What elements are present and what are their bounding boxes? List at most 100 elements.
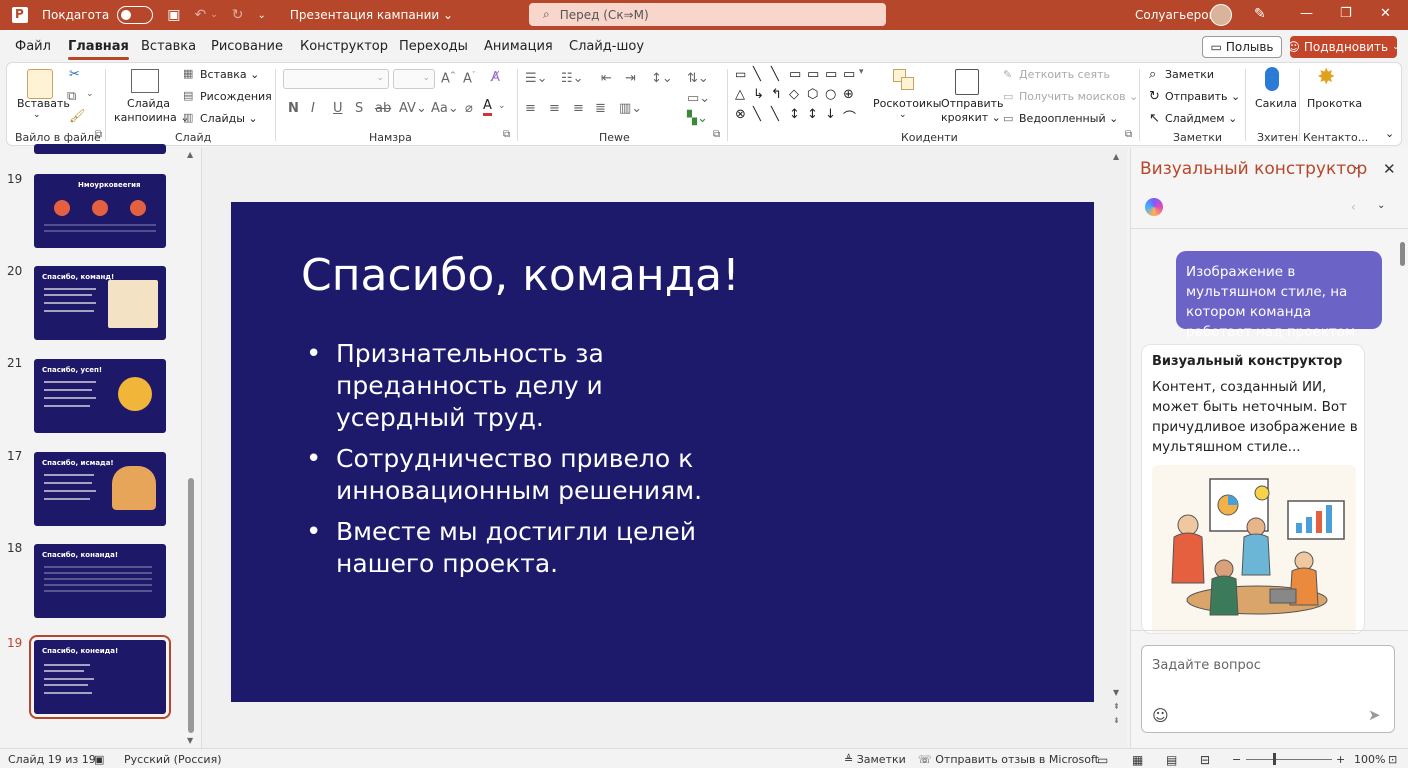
format-painter-icon[interactable]: 🖌: [69, 109, 86, 124]
slide-sorter-icon[interactable]: ▦: [1132, 753, 1143, 767]
notes-toggle[interactable]: ≜ Заметки: [844, 753, 906, 766]
tab-home[interactable]: Главная: [68, 39, 129, 60]
arrow-shape-icon[interactable]: ↕: [807, 107, 818, 122]
designer-label[interactable]: Прокотка: [1307, 97, 1362, 110]
slide-thumbnail[interactable]: Спасибо, исмада!: [34, 452, 166, 526]
align-center-icon[interactable]: ≡: [549, 101, 560, 116]
arrow-shape-icon[interactable]: ╲: [753, 107, 761, 122]
connect-button[interactable]: ☺ Подвдновить ⌄: [1287, 36, 1400, 58]
shape-outline-button[interactable]: Получить моисков ⌄: [1019, 90, 1138, 103]
oval-shape-icon[interactable]: ○: [825, 87, 836, 102]
tab-file[interactable]: Файл: [15, 39, 51, 54]
user-name[interactable]: Солуагьерок: [1135, 8, 1216, 22]
back-icon[interactable]: ‹: [1351, 200, 1356, 214]
send-icon[interactable]: ➤: [1368, 706, 1381, 724]
tab-insert[interactable]: Вставка: [141, 39, 196, 54]
hexagon-shape-icon[interactable]: ⬡: [807, 87, 818, 102]
rectangle-shape-icon[interactable]: ▭: [807, 67, 819, 82]
customize-toolbar-icon[interactable]: ⌄: [258, 10, 266, 21]
new-slide-icon[interactable]: [131, 69, 159, 93]
autosave-toggle[interactable]: [117, 6, 154, 24]
current-slide[interactable]: Спасибо, команда! Признательность за пре…: [231, 202, 1094, 702]
align-text-icon[interactable]: ▭⌄: [687, 91, 710, 106]
arrow-shape-icon[interactable]: ↕: [789, 107, 800, 122]
freeform-shape-icon[interactable]: ◇: [789, 87, 799, 102]
spacing-icon[interactable]: AV⌄: [399, 101, 427, 116]
font-family-select[interactable]: ⌄: [283, 69, 389, 89]
layout-button[interactable]: Вставка ⌄: [200, 68, 259, 81]
brace-shape-icon[interactable]: ⊗: [735, 107, 746, 122]
gallery-more-icon[interactable]: ▾: [859, 67, 864, 77]
font-launcher-icon[interactable]: ⧉: [503, 129, 510, 140]
italic-icon[interactable]: I: [311, 101, 315, 116]
slide-thumbnail[interactable]: [34, 144, 166, 154]
chevron-down-icon[interactable]: ⌄: [899, 110, 907, 120]
underline-icon[interactable]: U: [333, 101, 343, 116]
bullets-icon[interactable]: ☰⌄: [525, 71, 548, 86]
justify-icon[interactable]: ≣: [595, 101, 606, 116]
copy-dropdown-icon[interactable]: ⌄: [86, 89, 94, 99]
shadow-icon[interactable]: S: [355, 101, 363, 116]
zoom-slider-handle[interactable]: [1273, 753, 1276, 765]
line-shape-icon[interactable]: ╲: [771, 67, 779, 82]
microphone-icon[interactable]: [1265, 67, 1279, 91]
rectangle-shape-icon[interactable]: ▭: [843, 67, 855, 82]
paste-dropdown-icon[interactable]: ⌄: [33, 110, 41, 120]
strikethrough-icon[interactable]: ab: [375, 101, 391, 116]
document-title[interactable]: Презентация кампании ⌄: [290, 8, 453, 22]
share-button[interactable]: ▭ Полывь: [1202, 36, 1282, 58]
highlight-color-icon[interactable]: ⌀: [465, 101, 473, 116]
find-icon[interactable]: ⌕: [1149, 67, 1156, 82]
replace-icon[interactable]: ↻: [1149, 89, 1160, 104]
clipboard-launcher-icon[interactable]: ⧉: [95, 129, 102, 140]
fit-to-window-icon[interactable]: ⊡: [1388, 753, 1397, 766]
slide-title[interactable]: Спасибо, команда!: [301, 250, 740, 301]
quick-styles-label-2[interactable]: кроякит ⌄: [941, 111, 1001, 124]
font-size-select[interactable]: ⌄: [393, 69, 435, 89]
close-icon[interactable]: ✕: [1383, 160, 1396, 178]
smartart-icon[interactable]: ▚⌄: [687, 111, 708, 126]
section-icon[interactable]: ▥: [183, 111, 193, 124]
zoom-in-icon[interactable]: +: [1336, 753, 1345, 766]
normal-view-icon[interactable]: ▭: [1097, 753, 1108, 767]
change-case-icon[interactable]: Aa⌄: [431, 101, 459, 116]
shape-effects-button[interactable]: Ведоопленный ⌄: [1019, 112, 1118, 125]
avatar[interactable]: [1210, 4, 1232, 26]
new-slide-label-2[interactable]: канпоиина ⌄: [114, 111, 189, 124]
cut-icon[interactable]: ✂: [69, 67, 80, 82]
decrease-indent-icon[interactable]: ⇤: [601, 71, 612, 86]
replace-button[interactable]: Отправить ⌄: [1165, 90, 1240, 103]
feedback-button[interactable]: ☏ Отправить отзыв в Microsoft: [918, 753, 1099, 766]
text-direction-icon[interactable]: ⇅⌄: [687, 71, 709, 86]
rectangle-shape-icon[interactable]: ▭: [825, 67, 837, 82]
tab-transitions[interactable]: Переходы: [399, 39, 468, 54]
pane-options-icon[interactable]: ⌄: [1353, 162, 1361, 172]
increase-indent-icon[interactable]: ⇥: [625, 71, 636, 86]
line-spacing-icon[interactable]: ↕⌄: [651, 71, 673, 86]
slide-bullet[interactable]: Признательность за преданность делу и ус…: [306, 338, 726, 434]
new-slide-label[interactable]: Слайда: [127, 97, 170, 110]
numbering-icon[interactable]: ☷⌄: [561, 71, 584, 86]
arrow-shape-icon[interactable]: ╲: [771, 107, 779, 122]
align-right-icon[interactable]: ≡: [573, 101, 584, 116]
canvas-scrollbar[interactable]: ▲ ▼ ⇞ ⇟: [1110, 148, 1126, 748]
search-input[interactable]: ⌕ Перед (Ск⇒М): [529, 3, 886, 26]
shapes-gallery[interactable]: ▭ ╲ ╲ ▭ ▭ ▭ ▭ △ ↳ ↰ ◇ ⬡ ○ ⊕ ⊗ ╲ ╲ ↕ ↕ ↓ …: [733, 67, 867, 126]
paste-icon[interactable]: [27, 69, 53, 99]
plus-shape-icon[interactable]: ⊕: [843, 87, 854, 102]
collapse-ribbon-icon[interactable]: ⌄: [1385, 127, 1394, 140]
accessibility-icon[interactable]: ▣: [94, 753, 104, 766]
slide-thumbnail[interactable]: Спасибо, усеп!: [34, 359, 166, 433]
select-icon[interactable]: ↖: [1149, 111, 1160, 126]
reading-view-icon[interactable]: ▤: [1166, 753, 1177, 767]
pen-icon[interactable]: ✎: [1254, 6, 1266, 22]
undo-dropdown-icon[interactable]: ⌄: [210, 10, 218, 20]
close-window-icon[interactable]: ✕: [1380, 6, 1391, 21]
zoom-slider[interactable]: [1246, 759, 1332, 760]
textbox-shape-icon[interactable]: ▭: [735, 67, 746, 81]
quick-styles-icon[interactable]: [955, 69, 979, 95]
scroll-down-icon[interactable]: ▼: [1113, 688, 1119, 697]
connector-shape-icon[interactable]: ↰: [771, 87, 782, 102]
slide-bullet[interactable]: Сотрудничество привело к инновационным р…: [306, 443, 726, 507]
zoom-out-icon[interactable]: −: [1232, 753, 1241, 766]
